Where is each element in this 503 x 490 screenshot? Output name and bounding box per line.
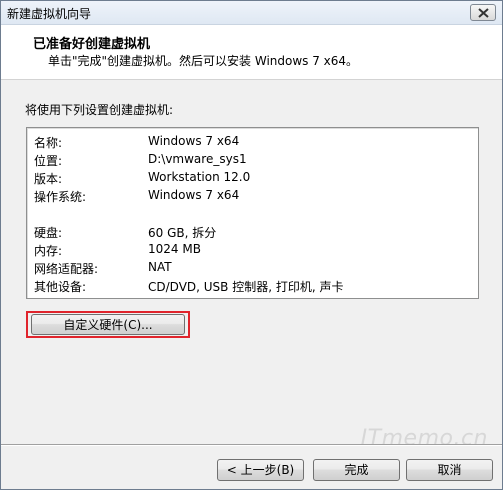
row-key: 内存: xyxy=(34,244,63,258)
header-subtitle: 单击"完成"创建虚拟机。然后可以安装 Windows 7 x64。 xyxy=(48,54,359,68)
title-bar: 新建虚拟机向导 xyxy=(1,1,502,25)
settings-row: 名称: Windows 7 x64 xyxy=(27,134,478,152)
row-key: 版本: xyxy=(34,172,63,186)
settings-row: 内存: 1024 MB xyxy=(27,242,478,260)
customize-hardware-button[interactable]: 自定义硬件(C)... xyxy=(31,314,185,335)
row-key: 操作系统: xyxy=(34,190,87,204)
customize-hardware-highlight: 自定义硬件(C)... xyxy=(26,311,190,338)
row-value: 1024 MB xyxy=(148,242,201,256)
settings-label: 将使用下列设置创建虚拟机: xyxy=(25,103,174,117)
settings-row: 网络适配器: NAT xyxy=(27,260,478,278)
row-value: D:\vmware_sys1 xyxy=(148,152,247,166)
settings-row: 操作系统: Windows 7 x64 xyxy=(27,188,478,206)
row-key: 位置: xyxy=(34,154,63,168)
settings-row: 硬盘: 60 GB, 拆分 xyxy=(27,224,478,242)
row-value: Windows 7 x64 xyxy=(148,134,240,148)
settings-row: 位置: D:\vmware_sys1 xyxy=(27,152,478,170)
settings-row: 其他设备: CD/DVD, USB 控制器, 打印机, 声卡 xyxy=(27,278,478,296)
row-key: 其他设备: xyxy=(34,280,87,294)
row-value: 60 GB, 拆分 xyxy=(148,226,217,240)
row-value: Workstation 12.0 xyxy=(148,170,251,184)
wizard-header: 已准备好创建虚拟机 单击"完成"创建虚拟机。然后可以安装 Windows 7 x… xyxy=(1,25,502,80)
window-title: 新建虚拟机向导 xyxy=(7,7,92,21)
row-value: Windows 7 x64 xyxy=(148,188,240,202)
header-title: 已准备好创建虚拟机 xyxy=(33,37,151,52)
watermark: ITmemo.cn xyxy=(360,426,488,451)
footer-divider xyxy=(1,444,502,446)
row-key: 硬盘: xyxy=(34,226,63,240)
row-key: 网络适配器: xyxy=(34,262,99,276)
close-button[interactable] xyxy=(470,4,496,21)
new-vm-wizard-window: 新建虚拟机向导 已准备好创建虚拟机 单击"完成"创建虚拟机。然后可以安装 Win… xyxy=(0,0,503,490)
close-icon xyxy=(478,8,489,18)
row-value: CD/DVD, USB 控制器, 打印机, 声卡 xyxy=(148,280,344,294)
settings-summary-box: 名称: Windows 7 x64 位置: D:\vmware_sys1 版本:… xyxy=(26,127,479,299)
back-button[interactable]: < 上一步(B) xyxy=(217,459,304,481)
row-value: NAT xyxy=(148,260,172,274)
cancel-button[interactable]: 取消 xyxy=(406,459,493,481)
row-key: 名称: xyxy=(34,136,63,150)
finish-button[interactable]: 完成 xyxy=(313,459,400,481)
settings-row: 版本: Workstation 12.0 xyxy=(27,170,478,188)
